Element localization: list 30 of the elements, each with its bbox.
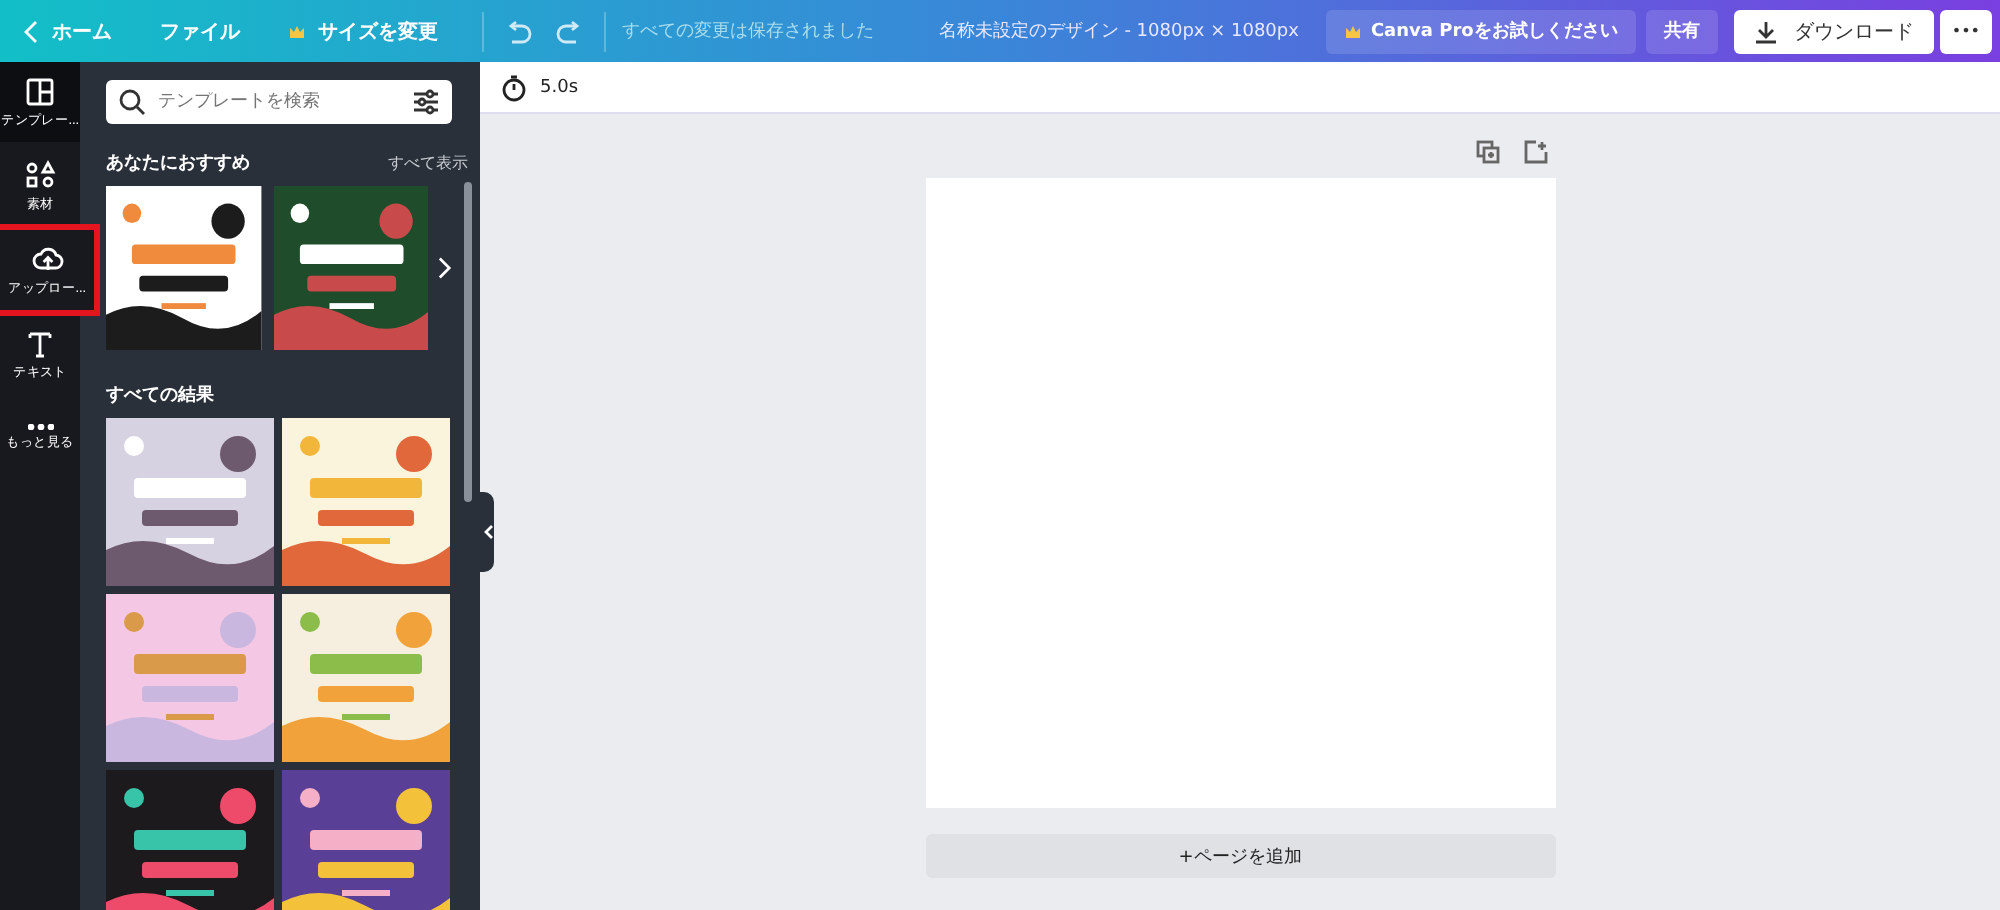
download-button[interactable]: ダウンロード (1733, 9, 1934, 53)
share-button[interactable]: 共有 (1645, 9, 1718, 53)
more-icon (27, 424, 53, 430)
see-all-link[interactable]: すべて表示 (388, 151, 468, 173)
collapse-handle[interactable] (480, 492, 494, 572)
crown-icon (288, 23, 306, 39)
timer-icon (500, 73, 528, 101)
search-icon (118, 88, 146, 116)
document-title: 名称未設定のデザイン - 1080px × 1080px (938, 19, 1299, 44)
undo-icon (504, 19, 532, 43)
pro-trial-button[interactable]: Canva Proをお試しください (1326, 9, 1636, 53)
cloud-upload-icon (31, 243, 63, 275)
more-button[interactable]: ••• (1939, 9, 1992, 53)
section-title: あなたにおすすめ (106, 151, 250, 175)
shapes-icon (24, 159, 56, 191)
add-page-icon (1523, 140, 1547, 164)
crown-icon (1344, 23, 1363, 39)
duration-button[interactable]: 5.0s (496, 69, 583, 105)
duplicate-icon (1475, 140, 1499, 164)
add-page-button[interactable]: +ページを追加 (925, 834, 1555, 878)
layout-icon (24, 75, 56, 107)
section-title: すべての結果 (106, 383, 214, 407)
redo-icon (556, 19, 584, 43)
back-icon (24, 19, 40, 43)
download-icon (1753, 19, 1778, 43)
save-status: すべての変更は保存されました (622, 19, 874, 44)
scrollbar[interactable] (464, 182, 472, 502)
caret-icon (481, 524, 493, 540)
text-icon (24, 327, 56, 359)
filter-icon (412, 88, 440, 116)
